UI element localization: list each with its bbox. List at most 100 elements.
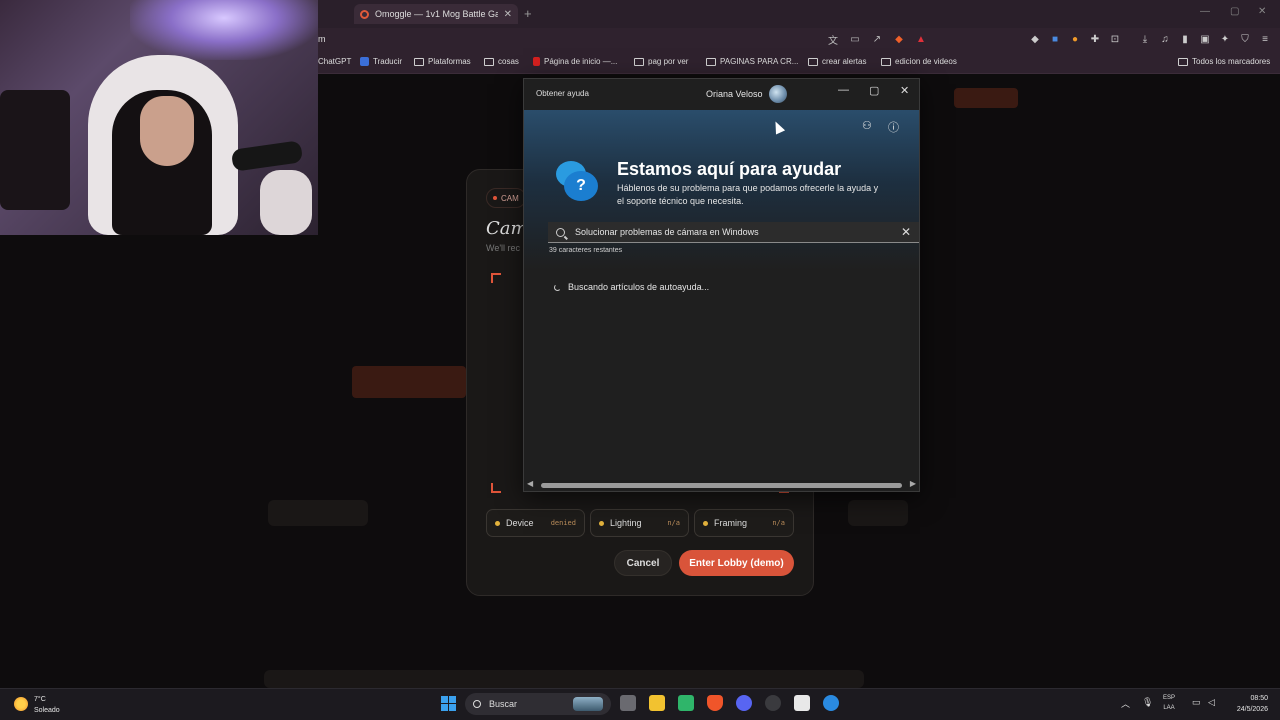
tab-close-icon[interactable]: ✕ (504, 9, 512, 20)
cast-icon[interactable]: ▭ (848, 32, 862, 46)
discord-icon[interactable] (736, 695, 752, 711)
language-indicator[interactable]: ESP LAA (1163, 693, 1175, 713)
folder-icon (808, 57, 818, 66)
bookmark-all[interactable]: Todos los marcadores (1178, 57, 1270, 66)
clear-search-icon[interactable]: ✕ (901, 225, 911, 239)
capcut-icon[interactable] (794, 695, 810, 711)
info-icon[interactable]: ⓘ (888, 119, 899, 135)
bookmark-pagina-inicio[interactable]: Página de inicio —... (533, 57, 617, 66)
bookmark-traducir[interactable]: Traducir (360, 57, 402, 66)
help-minimize-icon[interactable]: — (838, 84, 849, 96)
community-icon[interactable]: ⚇ (862, 119, 872, 132)
search-highlight-image (573, 697, 603, 711)
folder-icon (414, 57, 424, 66)
file-explorer-icon[interactable] (649, 695, 665, 711)
webcam-person-face (140, 96, 194, 166)
extension-diamond-icon[interactable]: ◆ (1028, 32, 1042, 46)
help-heading: Estamos aquí para ayudar (617, 159, 842, 179)
leo-ai-icon[interactable]: ✦ (1218, 32, 1232, 46)
bookmark-paginas-para-cr[interactable]: PAGINAS PARA CR... (706, 57, 798, 66)
clock[interactable]: 08:50 24/5/2026 (1228, 693, 1268, 715)
bookmark-label: Plataformas (428, 57, 471, 66)
status-chip-framing: Framing n/a (694, 509, 794, 537)
weather-widget[interactable]: 7°C Soleado (34, 694, 60, 716)
bookmark-edicion-videos[interactable]: edicion de videos (881, 57, 957, 66)
brave-shield-icon[interactable]: ◆ (892, 32, 906, 46)
ghost-stat (848, 500, 908, 526)
close-window-icon[interactable]: ✕ (1258, 6, 1266, 17)
bookmark-label: pag por ver (648, 57, 689, 66)
wallet-icon[interactable]: ▣ (1198, 32, 1212, 46)
tray-overflow-icon[interactable]: ︿ (1121, 697, 1130, 710)
tab-title: Omoggle — 1v1 Mog Battle Ga (375, 9, 498, 19)
help-description: Háblenos de su problema para que podamos… (617, 183, 879, 206)
status-dot (495, 520, 500, 526)
vpn-icon[interactable]: ⛉ (1238, 32, 1252, 46)
bookmark-plataformas[interactable]: Plataformas (414, 57, 471, 66)
music-icon[interactable]: ♫ (1158, 32, 1172, 46)
neon-light (130, 0, 318, 60)
maximize-icon[interactable]: ▢ (1230, 6, 1239, 17)
brave-browser-icon[interactable] (707, 695, 723, 711)
bookmark-label: Traducir (373, 57, 403, 66)
ghost-header-button (954, 88, 1018, 108)
spinner-icon (554, 283, 561, 291)
extension-orange-icon[interactable]: ● (1068, 32, 1082, 46)
weather-condition: Soleado (34, 707, 60, 714)
status-dot (493, 196, 497, 200)
search-icon (556, 227, 565, 237)
url-field[interactable]: m (318, 34, 326, 44)
horizontal-scrollbar[interactable]: ◀ ▶ (524, 479, 919, 491)
folder-icon (881, 57, 891, 66)
screenshot-icon[interactable]: ⊡ (1108, 32, 1122, 46)
share-icon[interactable]: ↗ (870, 32, 884, 46)
scroll-left-icon[interactable]: ◀ (527, 479, 533, 488)
download-icon[interactable]: ⤓ (1138, 32, 1152, 46)
help-search-value[interactable]: Solucionar problemas de cámara en Window… (575, 227, 901, 237)
microphone-tray-icon[interactable]: 🎙 (1142, 697, 1153, 708)
bookmark-cosas[interactable]: cosas (484, 57, 519, 66)
sidebar-icon[interactable]: ▮ (1178, 32, 1192, 46)
ghost-stat (268, 500, 368, 526)
extensions-puzzle-icon[interactable]: ✚ (1088, 32, 1102, 46)
help-close-icon[interactable]: ✕ (900, 84, 909, 97)
extension-icons: ◆ ■ ● ✚ ⊡ ⤓ ♫ ▮ ▣ ✦ ⛉ ≡ (1028, 32, 1272, 46)
new-tab-button[interactable]: + (524, 6, 532, 21)
get-help-app-icon[interactable] (823, 695, 839, 711)
cancel-button[interactable]: Cancel (614, 550, 672, 576)
minimize-icon[interactable]: — (1200, 6, 1210, 17)
help-maximize-icon[interactable]: ▢ (869, 84, 879, 97)
scrollbar-thumb[interactable] (541, 483, 902, 488)
network-icon[interactable]: ▭ (1192, 697, 1201, 708)
help-search-input[interactable]: Solucionar problemas de cámara en Window… (548, 222, 919, 243)
app-green-icon[interactable] (678, 695, 694, 711)
taskbar (0, 688, 1280, 720)
bookmark-crear-alertas[interactable]: crear alertas (808, 57, 866, 66)
frame-corner-top-left (491, 273, 501, 283)
taskbar-search[interactable]: Buscar (465, 693, 611, 715)
status-label: Device (506, 518, 534, 528)
bookmark-pag-por-ver[interactable]: pag por ver (634, 57, 688, 66)
weather-sun-icon[interactable] (14, 697, 28, 711)
translate-icon[interactable]: 文 (826, 32, 840, 47)
task-view-icon[interactable] (620, 695, 636, 711)
scroll-right-icon[interactable]: ▶ (910, 479, 916, 488)
bookmark-chatgpt[interactable]: ChatGPT (318, 57, 351, 66)
enter-lobby-button[interactable]: Enter Lobby (demo) (679, 550, 794, 576)
extension-translate-icon[interactable]: ■ (1048, 32, 1062, 46)
brave-rewards-icon[interactable]: ▲ (914, 32, 928, 46)
avatar[interactable] (769, 85, 787, 103)
language-code: ESP (1163, 695, 1176, 701)
chars-remaining: 39 caracteres restantes (549, 247, 623, 254)
camera-pill-label: CAM (501, 193, 519, 203)
webcam-person-arm (260, 170, 312, 235)
help-question-icon: ? (564, 171, 598, 201)
status-value: n/a (772, 519, 785, 527)
obs-icon[interactable] (765, 695, 781, 711)
help-user-name[interactable]: Oriana Veloso (706, 89, 763, 99)
menu-icon[interactable]: ≡ (1258, 32, 1272, 46)
browser-tab[interactable]: Omoggle — 1v1 Mog Battle Ga ✕ (354, 4, 518, 24)
bookmark-label: crear alertas (822, 57, 867, 66)
volume-icon[interactable]: ◁ (1208, 697, 1215, 708)
start-button[interactable] (441, 696, 456, 711)
